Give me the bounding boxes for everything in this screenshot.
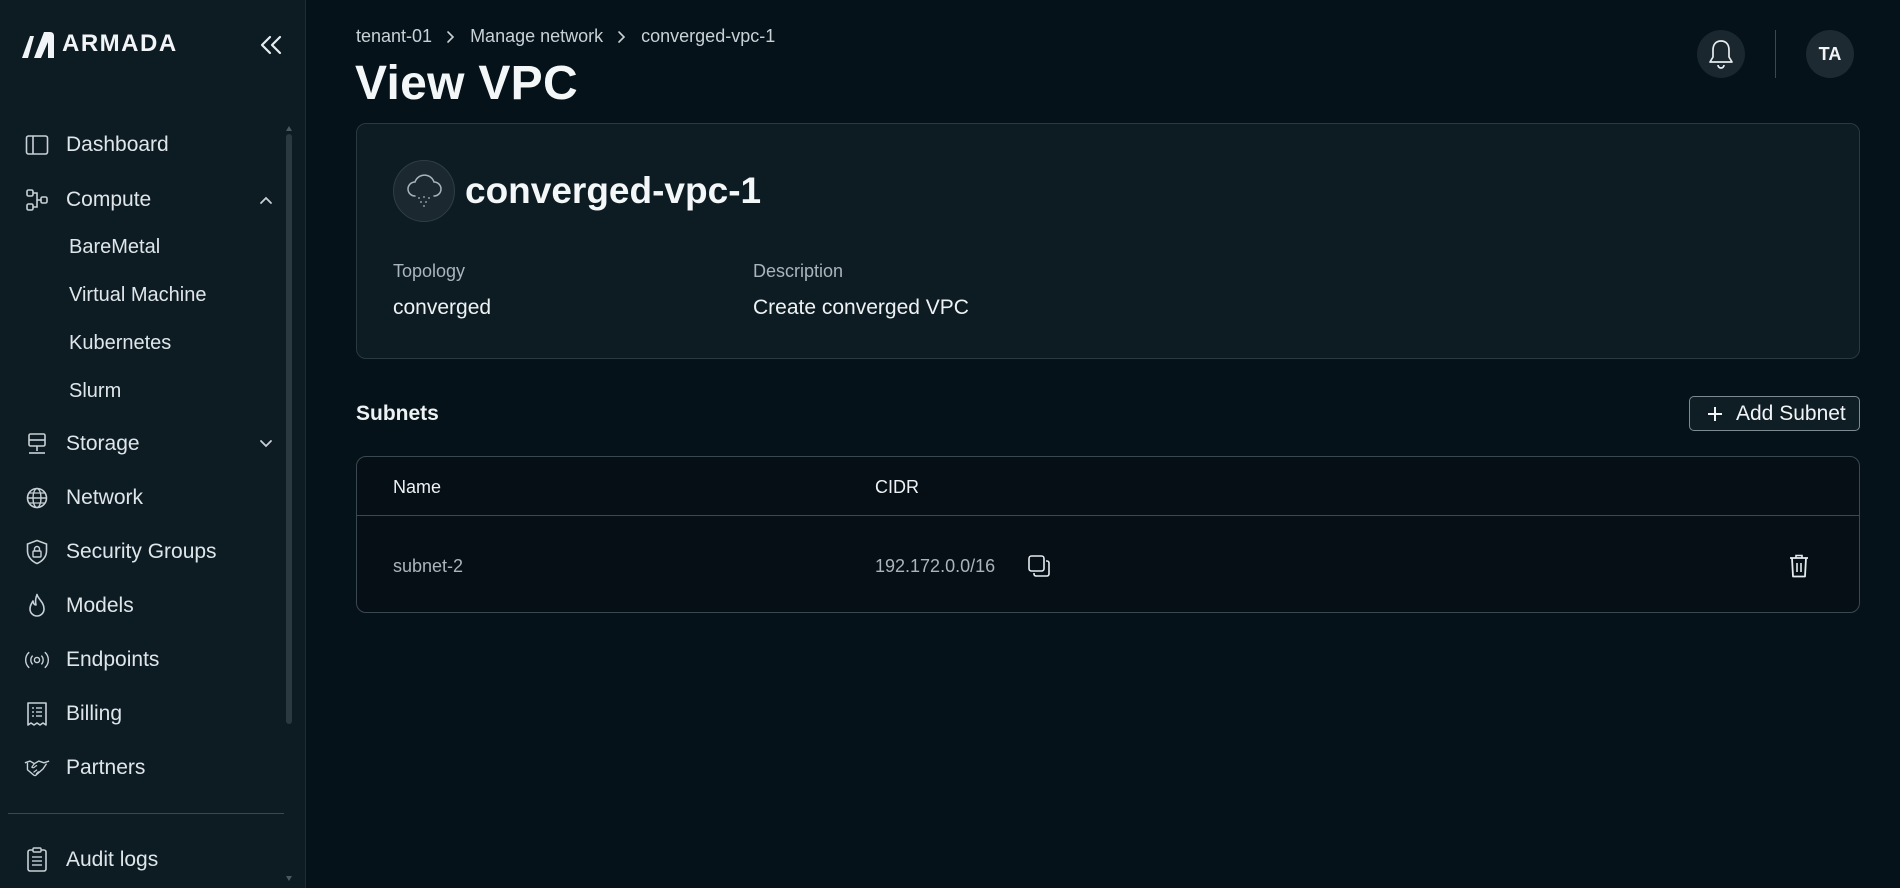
sidebar-item-label: Security Groups [66, 540, 217, 563]
handshake-icon [24, 755, 50, 781]
compute-icon [24, 187, 50, 213]
dashboard-icon [24, 132, 50, 158]
avatar[interactable]: TA [1806, 30, 1854, 78]
breadcrumb: tenant-01 Manage network converged-vpc-1 [356, 26, 775, 47]
sidebar-item-storage[interactable]: Storage [0, 422, 290, 466]
chevron-down-icon [256, 434, 276, 454]
sidebar-item-label: Compute [66, 188, 152, 211]
sidebar-item-label: BareMetal [69, 235, 161, 258]
subnets-table: Name CIDR subnet-2 192.172.0.0/16 [356, 456, 1860, 613]
sidebar-item-dashboard[interactable]: Dashboard [0, 123, 290, 167]
bell-icon [1709, 40, 1733, 69]
copy-cidr-button[interactable] [1027, 554, 1051, 578]
description-label: Description [753, 261, 844, 281]
page-title: View VPC [355, 57, 578, 110]
sidebar-item-label: Audit logs [66, 848, 159, 871]
sidebar-item-endpoints[interactable]: Endpoints [0, 638, 290, 682]
breadcrumb-tenant[interactable]: tenant-01 [356, 26, 432, 47]
storage-icon [24, 431, 50, 457]
scroll-up-arrow[interactable] [286, 126, 292, 131]
cloud-icon [393, 160, 455, 222]
sidebar-item-baremetal[interactable]: BareMetal [0, 227, 290, 267]
clipboard-icon [24, 847, 50, 873]
vpc-details-card: converged-vpc-1 Topology converged Descr… [356, 123, 1860, 359]
subnet-name-cell: subnet-2 [393, 556, 464, 576]
brand-logo[interactable]: ARMADA [20, 28, 178, 60]
delete-subnet-button[interactable] [1787, 553, 1811, 579]
notifications-button[interactable] [1697, 30, 1745, 78]
sidebar-item-virtual-machine[interactable]: Virtual Machine [0, 275, 290, 315]
sidebar-item-label: Partners [66, 756, 146, 779]
chevron-right-icon [617, 30, 627, 44]
sidebar-scrollbar[interactable] [286, 134, 292, 724]
breadcrumb-manage-network[interactable]: Manage network [470, 26, 603, 47]
header-divider [1775, 30, 1776, 78]
table-header-divider [357, 515, 1859, 516]
breadcrumb-current: converged-vpc-1 [641, 26, 776, 46]
collapse-sidebar-button[interactable] [256, 30, 286, 60]
add-subnet-label: Add Subnet [1736, 401, 1846, 425]
sidebar: ARMADA Dashboard Compute BareMetal Virtu… [0, 0, 306, 888]
broadcast-icon [24, 647, 50, 673]
sidebar-item-label: Endpoints [66, 648, 160, 671]
shield-lock-icon [24, 539, 50, 565]
subnets-heading: Subnets [356, 402, 439, 425]
sidebar-item-label: Slurm [69, 379, 122, 402]
sidebar-item-partners[interactable]: Partners [0, 746, 290, 790]
chevron-up-icon [256, 190, 276, 210]
sidebar-item-label: Virtual Machine [69, 283, 207, 306]
plus-icon [1706, 405, 1724, 423]
sidebar-item-compute[interactable]: Compute [0, 178, 290, 222]
add-subnet-button[interactable]: Add Subnet [1689, 396, 1860, 431]
scroll-down-arrow[interactable] [286, 876, 292, 881]
column-header-cidr: CIDR [875, 477, 919, 497]
sidebar-item-label: Network [66, 486, 144, 509]
vpc-name: converged-vpc-1 [465, 170, 762, 211]
sidebar-item-slurm[interactable]: Slurm [0, 371, 290, 411]
sidebar-item-audit-logs[interactable]: Audit logs [0, 838, 290, 882]
armada-logo-icon [22, 32, 54, 58]
column-header-name: Name [393, 477, 442, 497]
copy-icon [1028, 555, 1050, 577]
topology-value: converged [393, 296, 492, 319]
flame-icon [24, 593, 50, 619]
sidebar-item-kubernetes[interactable]: Kubernetes [0, 323, 290, 363]
description-value: Create converged VPC [753, 296, 969, 319]
double-chevron-left-icon [260, 35, 282, 55]
sidebar-item-label: Billing [66, 702, 123, 725]
sidebar-item-models[interactable]: Models [0, 584, 290, 628]
sidebar-divider [8, 813, 284, 814]
brand-name: ARMADA [62, 30, 178, 57]
sidebar-item-billing[interactable]: Billing [0, 692, 290, 736]
chevron-right-icon [446, 30, 456, 44]
sidebar-item-security-groups[interactable]: Security Groups [0, 530, 290, 574]
globe-icon [24, 485, 50, 511]
trash-icon [1790, 554, 1808, 578]
sidebar-item-label: Storage [66, 432, 140, 455]
sidebar-item-network[interactable]: Network [0, 476, 290, 520]
topology-label: Topology [393, 261, 466, 281]
sidebar-item-label: Kubernetes [69, 331, 172, 354]
sidebar-item-label: Dashboard [66, 133, 169, 156]
receipt-icon [24, 701, 50, 727]
sidebar-item-label: Models [66, 594, 134, 617]
subnet-cidr-cell: 192.172.0.0/16 [875, 556, 996, 576]
